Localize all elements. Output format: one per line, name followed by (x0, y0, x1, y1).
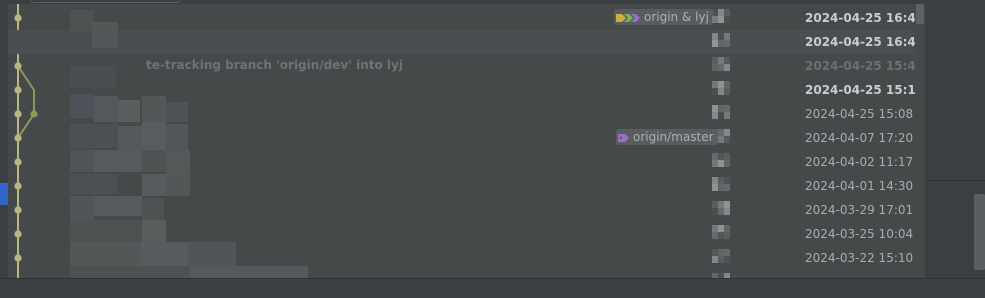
commit-message: te-tracking branch 'origin/dev' into lyj (146, 58, 403, 72)
commit-row[interactable]: origin & lyj 2024-04-25 16:48 (8, 6, 925, 30)
author-avatar (712, 9, 730, 25)
commit-row[interactable]: 2024-03-29 17:01 (8, 198, 925, 222)
commit-date: 2024-04-25 15:10 (805, 83, 925, 97)
branch-tag[interactable]: origin & lyj (614, 9, 713, 25)
commit-date: 2024-04-25 15:08 (805, 107, 914, 121)
commit-date: 2024-03-29 17:01 (805, 203, 914, 217)
commit-row[interactable]: 2024-04-02 11:17 (8, 150, 925, 174)
commit-row[interactable] (8, 270, 925, 278)
log-scrollbar-thumb[interactable] (916, 4, 924, 24)
git-log-window: { "log": { "rows": [ { "message": "", "d… (0, 0, 985, 298)
commit-row[interactable]: te-tracking branch 'origin/dev' into lyj… (8, 54, 925, 78)
commit-date: 2024-04-25 15:40 (805, 59, 925, 73)
branch-tag[interactable]: origin/master (616, 129, 718, 145)
author-avatar (712, 57, 730, 73)
commit-row[interactable]: 2024-04-25 15:10 (8, 78, 925, 102)
commit-date: 2024-03-25 10:04 (805, 227, 914, 241)
commit-date: 2024-04-25 16:45 (805, 35, 925, 49)
author-avatar (712, 129, 730, 145)
multi-tag-icon (616, 13, 640, 22)
author-avatar (712, 81, 730, 97)
author-avatar (712, 249, 730, 265)
commit-date: 2024-04-01 14:30 (805, 179, 914, 193)
commit-log-table[interactable]: origin & lyj 2024-04-25 16:48 2024-04-25 1… (8, 4, 925, 278)
commit-row[interactable]: 2024-03-22 15:10 (8, 246, 925, 270)
tag-icon (618, 133, 629, 142)
author-avatar (712, 201, 730, 217)
details-divider (925, 180, 985, 181)
commit-row[interactable]: 2024-04-25 16:45 (8, 30, 925, 54)
branch-tag-label: origin/master (633, 130, 714, 144)
author-avatar (712, 225, 730, 241)
commit-row[interactable]: 2024-03-25 10:04 (8, 222, 925, 246)
commit-row[interactable]: 2024-04-01 14:30 (8, 174, 925, 198)
details-scrollbar-thumb[interactable] (974, 194, 985, 270)
commit-date: 2024-04-25 16:48 (805, 11, 925, 25)
bottom-status-bar (0, 278, 985, 298)
commit-date: 2024-04-07 17:20 (805, 131, 914, 145)
author-avatar (712, 33, 730, 49)
branch-tag-label: origin & lyj (644, 10, 709, 24)
author-avatar (712, 153, 730, 169)
commit-row[interactable]: 2024-04-25 15:08 (8, 102, 925, 126)
commit-row[interactable]: origin/master 2024-04-07 17:20 (8, 126, 925, 150)
toolbar-tab-edge (30, 0, 180, 3)
author-avatar (712, 105, 730, 121)
commit-date: 2024-04-02 11:17 (805, 155, 914, 169)
author-avatar (712, 177, 730, 193)
commit-date: 2024-03-22 15:10 (805, 251, 914, 265)
log-scrollbar-track[interactable] (915, 4, 925, 278)
selection-marker (0, 183, 8, 205)
left-gutter (0, 4, 8, 278)
